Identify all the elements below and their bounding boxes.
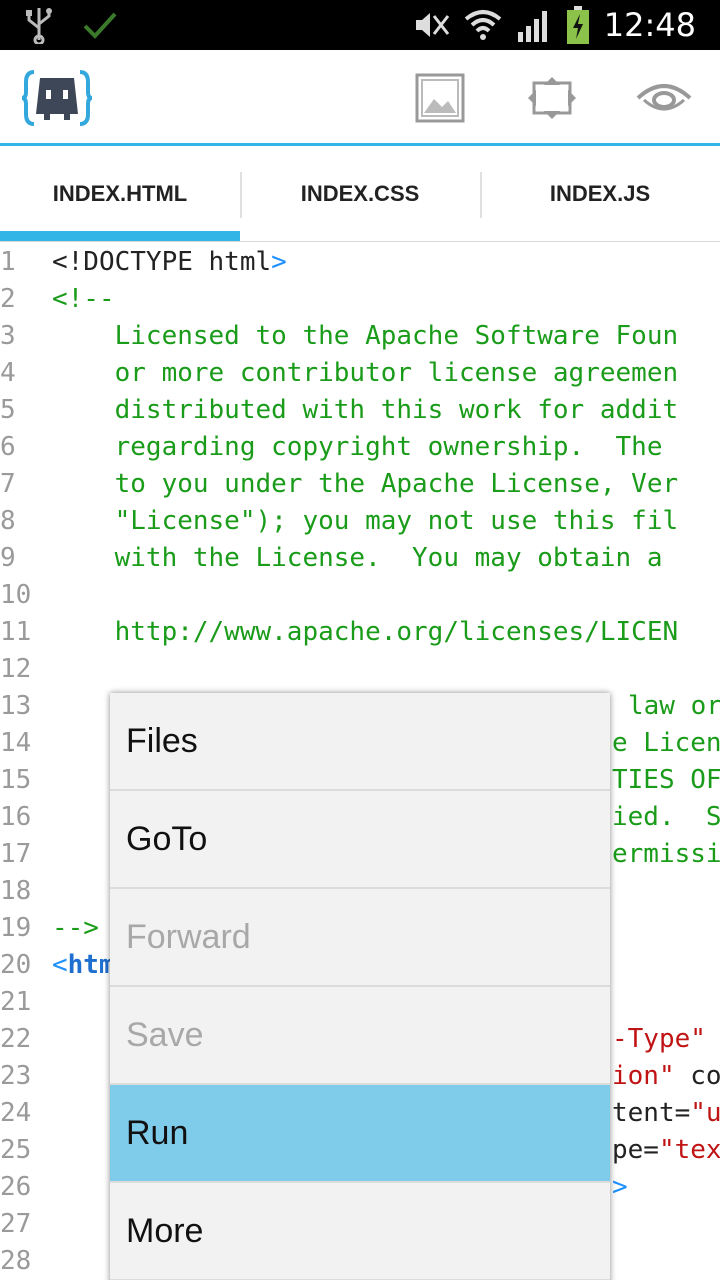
tab-index-css[interactable]: INDEX.CSS [240, 146, 480, 241]
wifi-icon [464, 10, 502, 40]
line-number: 11 [0, 617, 32, 647]
line-number: 8 [0, 506, 16, 536]
code-line: 11 http://www.apache.org/licenses/LICEN [0, 614, 720, 651]
line-number: 12 [0, 654, 32, 684]
line-number: 26 [0, 1172, 32, 1202]
code-line: 12 [0, 651, 720, 688]
clock: 12:48 [603, 6, 696, 44]
line-number: 24 [0, 1098, 32, 1128]
image-button[interactable] [410, 70, 470, 126]
line-number: 22 [0, 1024, 32, 1054]
line-number: 6 [0, 432, 16, 462]
line-number: 19 [0, 913, 32, 943]
line-number: 5 [0, 395, 16, 425]
line-number: 13 [0, 691, 32, 721]
line-number: 2 [0, 284, 16, 314]
menu-item-save[interactable]: Save [110, 987, 610, 1085]
menu-item-files[interactable]: Files [110, 693, 610, 791]
mute-icon [415, 13, 449, 37]
cordova-bot-icon[interactable] [22, 68, 92, 128]
line-number: 1 [0, 247, 16, 277]
line-number: 23 [0, 1061, 32, 1091]
eye-icon [636, 84, 692, 111]
code-line: 2 <!-- [0, 281, 720, 318]
line-number: 14 [0, 728, 32, 758]
code-line: 10 [0, 577, 720, 614]
file-tabs: INDEX.HTML INDEX.CSS INDEX.JS [0, 146, 720, 242]
code-line: 5 distributed with this work for addit [0, 392, 720, 429]
line-number: 25 [0, 1135, 32, 1165]
menu-item-more[interactable]: More [110, 1183, 610, 1280]
code-line: 6 regarding copyright ownership. The [0, 429, 720, 466]
code-line: 7 to you under the Apache License, Ver [0, 466, 720, 503]
code-line: 4 or more contributor license agreemen [0, 355, 720, 392]
code-line: 9 with the License. You may obtain a [0, 540, 720, 577]
menu-item-goto[interactable]: GoTo [110, 791, 610, 889]
line-number: 21 [0, 987, 32, 1017]
line-number: 17 [0, 839, 32, 869]
menu-item-run[interactable]: Run [110, 1085, 610, 1183]
resize-icon [528, 77, 576, 119]
line-number: 18 [0, 876, 32, 906]
line-number: 15 [0, 765, 32, 795]
preview-button[interactable] [634, 70, 694, 126]
code-line: 1 <!DOCTYPE html> [0, 244, 720, 281]
signal-icon [517, 11, 547, 42]
line-number: 10 [0, 580, 32, 610]
line-number: 9 [0, 543, 16, 573]
line-number: 4 [0, 358, 16, 388]
battery-charging-icon [566, 6, 589, 44]
tab-index-js[interactable]: INDEX.JS [480, 146, 720, 241]
line-number: 7 [0, 469, 16, 499]
action-bar [0, 50, 720, 146]
line-number: 27 [0, 1209, 32, 1239]
image-icon [415, 73, 465, 123]
line-number: 16 [0, 802, 32, 832]
status-bar: 12:48 [0, 0, 720, 50]
code-line: 3 Licensed to the Apache Software Foun [0, 318, 720, 355]
tab-index-html[interactable]: INDEX.HTML [0, 146, 240, 241]
menu-item-forward[interactable]: Forward [110, 889, 610, 987]
usb-icon [26, 8, 52, 44]
overflow-menu: Files GoTo Forward Save Run More [110, 693, 610, 1280]
resize-button[interactable] [522, 70, 582, 126]
line-number: 20 [0, 950, 32, 980]
line-number: 28 [0, 1246, 32, 1276]
line-number: 3 [0, 321, 16, 351]
check-icon [83, 12, 117, 39]
code-line: 8 "License"); you may not use this fil [0, 503, 720, 540]
